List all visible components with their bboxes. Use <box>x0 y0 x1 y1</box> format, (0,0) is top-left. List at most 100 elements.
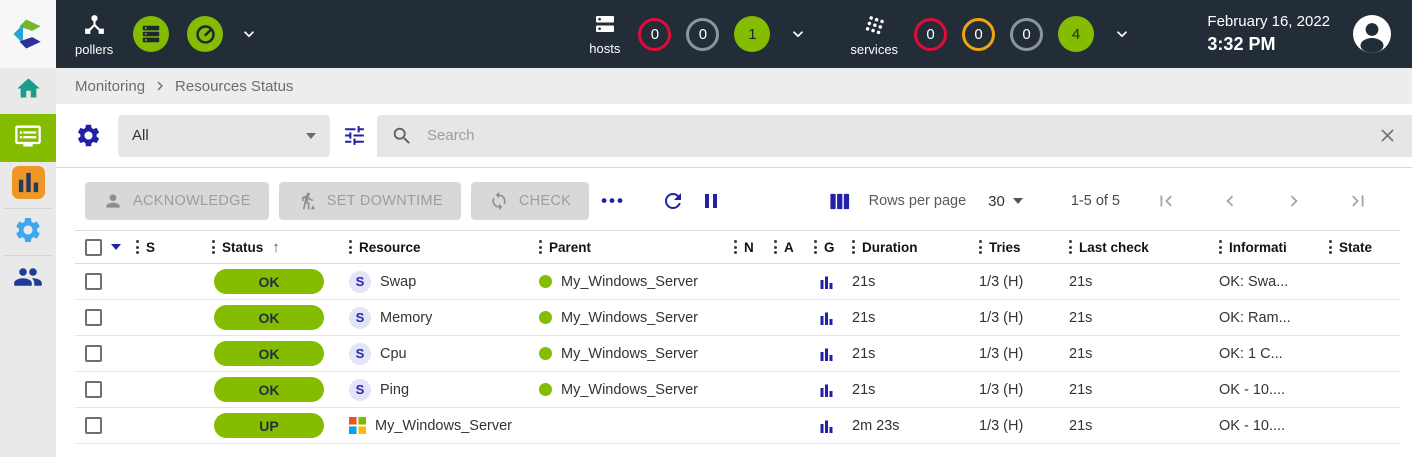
column-drag-handle-icon[interactable] <box>539 240 542 254</box>
table-row[interactable]: OK S Memory My_Windows_Server 21s 1/3 (H… <box>75 300 1400 336</box>
set-downtime-button[interactable]: SET DOWNTIME <box>279 182 461 220</box>
table-row[interactable]: OK S Swap My_Windows_Server 21s 1/3 (H) … <box>75 264 1400 300</box>
parent-cell[interactable]: My_Windows_Server <box>535 310 730 326</box>
column-drag-handle-icon[interactable] <box>852 240 855 254</box>
more-actions-icon[interactable]: ••• <box>601 191 625 211</box>
services-expand-chevron-icon[interactable] <box>1112 24 1132 44</box>
user-avatar[interactable] <box>1352 14 1392 54</box>
graph-cell[interactable] <box>810 311 848 325</box>
advanced-filters-tune-icon[interactable] <box>342 123 367 148</box>
parent-name[interactable]: My_Windows_Server <box>561 346 698 362</box>
resource-name[interactable]: Cpu <box>380 346 407 362</box>
sidebar-item-reporting[interactable] <box>0 162 56 208</box>
select-all-checkbox[interactable] <box>85 239 102 256</box>
column-header-status[interactable]: Status ↑ <box>208 239 345 256</box>
column-drag-handle-icon[interactable] <box>774 240 777 254</box>
hosts-unreachable-count[interactable]: 0 <box>686 18 719 51</box>
graph-cell[interactable] <box>810 275 848 289</box>
parent-name[interactable]: My_Windows_Server <box>561 274 698 290</box>
column-drag-handle-icon[interactable] <box>349 240 352 254</box>
resource-name[interactable]: My_Windows_Server <box>375 418 512 434</box>
column-drag-handle-icon[interactable] <box>1329 240 1332 254</box>
column-drag-handle-icon[interactable] <box>979 240 982 254</box>
hosts-down-count[interactable]: 0 <box>638 18 671 51</box>
acknowledge-button[interactable]: ACKNOWLEDGE <box>85 182 269 220</box>
column-drag-handle-icon[interactable] <box>734 240 737 254</box>
column-header-s[interactable]: S <box>132 240 208 255</box>
column-header-a[interactable]: A <box>770 240 810 255</box>
previous-page-button[interactable] <box>1219 190 1241 212</box>
graph-cell[interactable] <box>810 419 848 433</box>
sidebar-item-administration[interactable] <box>0 256 56 302</box>
breadcrumb-monitoring[interactable]: Monitoring <box>75 78 145 95</box>
last-page-button[interactable] <box>1347 190 1369 212</box>
table-row[interactable]: UP My_Windows_Server 2m 23s 1/3 (H) 21s … <box>75 408 1400 444</box>
breadcrumb-resources-status[interactable]: Resources Status <box>175 78 293 95</box>
row-checkbox[interactable] <box>85 417 102 434</box>
column-header-parent[interactable]: Parent <box>535 240 730 255</box>
column-drag-handle-icon[interactable] <box>212 240 215 254</box>
hosts-expand-chevron-icon[interactable] <box>788 24 808 44</box>
resource-name[interactable]: Swap <box>380 274 416 290</box>
graph-cell[interactable] <box>810 383 848 397</box>
row-checkbox[interactable] <box>85 381 102 398</box>
parent-cell[interactable]: My_Windows_Server <box>535 274 730 290</box>
resource-filter-select[interactable]: All <box>118 115 330 157</box>
column-drag-handle-icon[interactable] <box>136 240 139 254</box>
poller-database-status-button[interactable] <box>133 16 169 52</box>
column-header-n[interactable]: N <box>730 240 770 255</box>
column-drag-handle-icon[interactable] <box>1219 240 1222 254</box>
parent-cell[interactable]: My_Windows_Server <box>535 346 730 362</box>
column-header-g[interactable]: G <box>810 240 848 255</box>
resource-cell[interactable]: My_Windows_Server <box>345 417 535 434</box>
services-warning-count[interactable]: 0 <box>962 18 995 51</box>
column-drag-handle-icon[interactable] <box>1069 240 1072 254</box>
parent-name[interactable]: My_Windows_Server <box>561 310 698 326</box>
table-row[interactable]: OK S Cpu My_Windows_Server 21s 1/3 (H) 2… <box>75 336 1400 372</box>
filter-settings-gear-icon[interactable] <box>75 122 102 149</box>
resource-cell[interactable]: S Memory <box>345 307 535 329</box>
resource-name[interactable]: Ping <box>380 382 409 398</box>
check-button[interactable]: CHECK <box>471 182 589 220</box>
refresh-button[interactable] <box>661 189 685 213</box>
parent-name[interactable]: My_Windows_Server <box>561 382 698 398</box>
column-header-informati[interactable]: Informati <box>1215 240 1325 255</box>
services-menu[interactable]: services <box>850 12 898 57</box>
resource-cell[interactable]: S Swap <box>345 271 535 293</box>
column-header-last-check[interactable]: Last check <box>1065 240 1215 255</box>
parent-cell[interactable]: My_Windows_Server <box>535 382 730 398</box>
sidebar-item-configuration[interactable] <box>0 209 56 255</box>
pollers-expand-chevron-icon[interactable] <box>239 24 259 44</box>
resource-cell[interactable]: S Cpu <box>345 343 535 365</box>
column-header-resource[interactable]: Resource <box>345 240 535 255</box>
clear-search-icon[interactable] <box>1377 125 1398 146</box>
column-drag-handle-icon[interactable] <box>814 240 817 254</box>
row-checkbox[interactable] <box>85 345 102 362</box>
hosts-menu[interactable]: hosts <box>589 12 620 56</box>
table-row[interactable]: OK S Ping My_Windows_Server 21s 1/3 (H) … <box>75 372 1400 408</box>
column-header-tries[interactable]: Tries <box>975 240 1065 255</box>
services-unknown-count[interactable]: 0 <box>1010 18 1043 51</box>
row-checkbox[interactable] <box>85 273 102 290</box>
select-menu-caret-icon[interactable] <box>111 244 121 250</box>
next-page-button[interactable] <box>1283 190 1305 212</box>
pause-autorefresh-button[interactable] <box>699 189 723 213</box>
hosts-up-count[interactable]: 1 <box>734 16 770 52</box>
rows-per-page-select[interactable]: 30 <box>988 193 1023 210</box>
search-input[interactable] <box>427 127 1363 144</box>
edit-columns-icon[interactable] <box>828 190 851 213</box>
services-critical-count[interactable]: 0 <box>914 18 947 51</box>
poller-latency-status-button[interactable] <box>187 16 223 52</box>
pollers-menu[interactable]: pollers <box>75 12 113 57</box>
sidebar-item-monitoring[interactable] <box>0 114 56 162</box>
row-checkbox[interactable] <box>85 309 102 326</box>
column-header-duration[interactable]: Duration <box>848 240 975 255</box>
graph-cell[interactable] <box>810 347 848 361</box>
first-page-button[interactable] <box>1155 190 1177 212</box>
resource-cell[interactable]: S Ping <box>345 379 535 401</box>
centreon-logo[interactable] <box>0 0 56 68</box>
services-ok-count[interactable]: 4 <box>1058 16 1094 52</box>
resource-name[interactable]: Memory <box>380 310 432 326</box>
column-header-state[interactable]: State <box>1325 240 1400 255</box>
sidebar-item-home[interactable] <box>0 68 56 114</box>
